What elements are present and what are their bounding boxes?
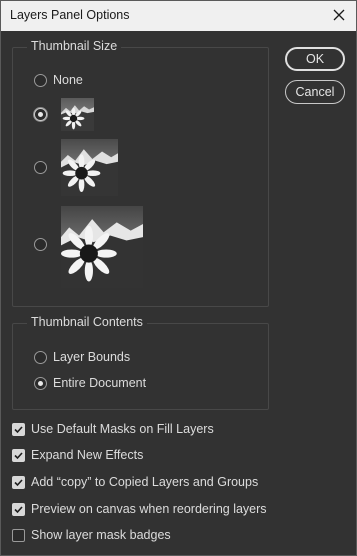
checkmark-icon [14,478,23,486]
layers-panel-options-dialog: Layers Panel Options Thumbnail Size None [0,0,357,556]
thumb-size-none-option[interactable]: None [34,73,83,87]
add-copy-option[interactable]: Add “copy” to Copied Layers and Groups [12,474,258,490]
thumbnail-small-image [61,98,94,131]
use-default-masks-label: Use Default Masks on Fill Layers [31,422,214,436]
thumbnail-size-label: Thumbnail Size [27,39,122,53]
checkmark-icon [14,425,23,433]
close-button[interactable] [328,4,350,26]
layer-bounds-label: Layer Bounds [53,350,131,364]
thumb-size-small-radio[interactable] [34,108,47,121]
thumb-size-medium-option[interactable] [34,161,47,174]
window-title: Layers Panel Options [10,8,130,22]
ok-button[interactable]: OK [285,47,345,71]
cancel-button[interactable]: Cancel [285,80,345,104]
preview-on-canvas-label: Preview on canvas when reordering layers [31,502,267,516]
preview-on-canvas-checkbox[interactable] [12,502,25,516]
checkmark-icon [14,505,23,513]
title-bar: Layers Panel Options [1,1,356,31]
entire-document-label: Entire Document [53,376,147,390]
close-icon [333,9,345,21]
entire-document-option[interactable]: Entire Document [34,376,146,390]
expand-new-effects-checkbox[interactable] [12,448,25,462]
show-mask-badges-checkbox[interactable] [12,528,25,542]
add-copy-label: Add “copy” to Copied Layers and Groups [31,475,259,489]
thumb-size-medium-radio[interactable] [34,161,47,174]
checkmark-icon [14,451,23,459]
layer-bounds-radio[interactable] [34,350,47,364]
add-copy-checkbox[interactable] [12,475,25,489]
thumb-size-large-option[interactable] [34,238,47,251]
entire-document-radio[interactable] [34,376,47,390]
thumb-size-none-radio[interactable] [34,73,47,87]
thumbnail-medium-image [61,139,118,196]
thumbnail-contents-group: Thumbnail Contents Layer Bounds Entire D… [12,315,269,410]
expand-new-effects-option[interactable]: Expand New Effects [12,447,143,463]
show-mask-badges-option[interactable]: Show layer mask badges [12,527,171,543]
thumbnail-contents-label: Thumbnail Contents [27,315,147,329]
use-default-masks-option[interactable]: Use Default Masks on Fill Layers [12,421,214,437]
thumb-size-large-radio[interactable] [34,238,47,251]
preview-on-canvas-option[interactable]: Preview on canvas when reordering layers [12,501,267,517]
thumb-size-none-label: None [53,73,83,87]
thumbnail-large-image [61,206,143,288]
thumb-size-small-option[interactable] [34,108,47,121]
expand-new-effects-label: Expand New Effects [31,448,144,462]
layer-bounds-option[interactable]: Layer Bounds [34,350,130,364]
show-mask-badges-label: Show layer mask badges [31,528,171,542]
use-default-masks-checkbox[interactable] [12,422,25,436]
thumbnail-size-group: Thumbnail Size None [12,39,269,307]
